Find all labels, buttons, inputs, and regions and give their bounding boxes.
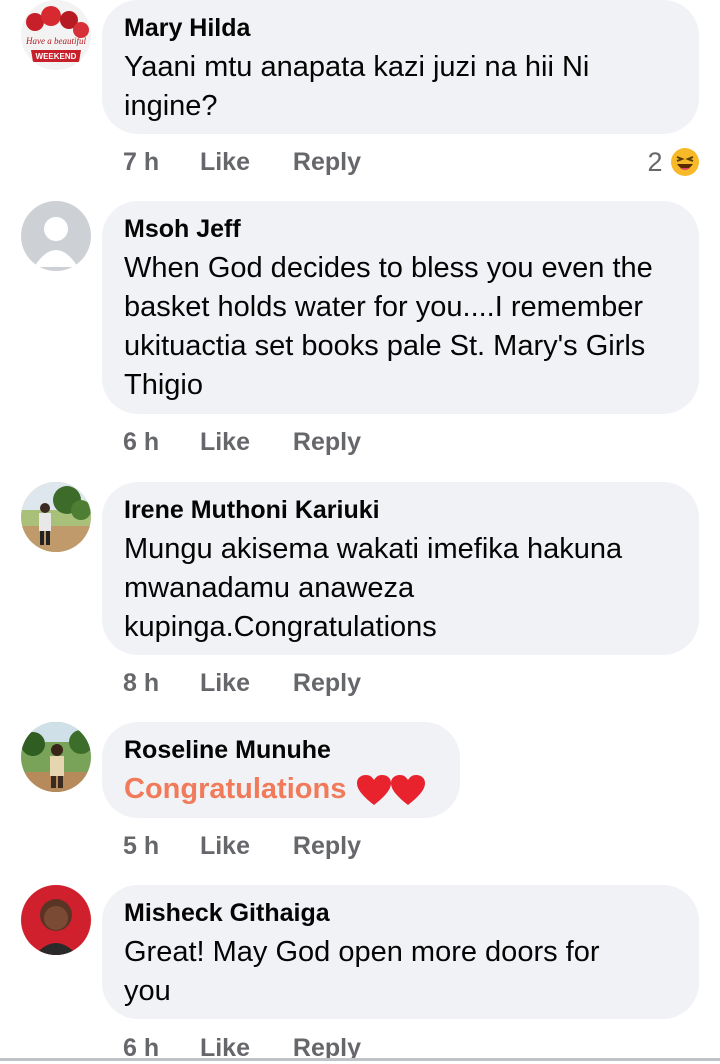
commenter-name[interactable]: Misheck Githaiga <box>124 897 677 929</box>
like-button[interactable]: Like <box>200 146 286 178</box>
comment-text: Great! May God open more doors for you <box>124 936 600 1007</box>
avatar[interactable] <box>21 482 91 552</box>
comment-bubble: Irene Muthoni Kariuki Mungu akisema waka… <box>102 482 699 655</box>
comment-time[interactable]: 7 h <box>123 146 193 178</box>
laughing-emoji-icon <box>671 147 699 176</box>
heart-icon <box>357 775 392 806</box>
comment-bubble: Roseline Munuhe Congratulations <box>102 722 460 818</box>
avatar[interactable]: Have a beautiful WEEKEND <box>21 0 91 70</box>
heart-icon <box>391 775 426 806</box>
comment-text: Congratulations <box>124 770 438 809</box>
comment-text: Mungu akisema wakati imefika hakuna mwan… <box>124 533 623 643</box>
like-button[interactable]: Like <box>200 830 286 862</box>
avatar[interactable] <box>21 201 91 271</box>
comment-actions: 6 h Like Reply <box>123 426 361 458</box>
congratulations-text: Congratulations <box>124 773 347 805</box>
comment-bubble: Mary Hilda Yaani mtu anapata kazi juzi n… <box>102 0 699 134</box>
comment-actions: 8 h Like Reply <box>123 667 361 699</box>
commenter-name[interactable]: Msoh Jeff <box>124 213 677 245</box>
reaction-summary[interactable]: 2 <box>647 144 700 178</box>
like-button[interactable]: Like <box>200 667 286 699</box>
avatar[interactable] <box>21 885 91 955</box>
svg-text:WEEKEND: WEEKEND <box>36 52 77 61</box>
comment-time[interactable]: 6 h <box>123 426 193 458</box>
reply-button[interactable]: Reply <box>293 667 361 699</box>
reaction-count: 2 <box>647 146 663 177</box>
comment-text: Yaani mtu anapata kazi juzi na hii Ni in… <box>124 51 590 122</box>
commenter-name[interactable]: Roseline Munuhe <box>124 734 438 766</box>
comment-bubble: Msoh Jeff When God decides to bless you … <box>102 201 699 414</box>
reply-button[interactable]: Reply <box>293 426 361 458</box>
comment-actions: 7 h Like Reply <box>123 146 361 178</box>
commenter-name[interactable]: Irene Muthoni Kariuki <box>124 494 677 526</box>
reply-button[interactable]: Reply <box>293 146 361 178</box>
svg-text:Have a beautiful: Have a beautiful <box>25 36 86 46</box>
commenter-name[interactable]: Mary Hilda <box>124 12 677 44</box>
comment-time[interactable]: 5 h <box>123 830 193 862</box>
comment-bubble: Misheck Githaiga Great! May God open mor… <box>102 885 699 1019</box>
comment-actions: 5 h Like Reply <box>123 830 361 862</box>
comment-text: When God decides to bless you even the b… <box>124 252 653 401</box>
comment-time[interactable]: 8 h <box>123 667 193 699</box>
avatar[interactable] <box>21 722 91 792</box>
like-button[interactable]: Like <box>200 426 286 458</box>
reply-button[interactable]: Reply <box>293 830 361 862</box>
